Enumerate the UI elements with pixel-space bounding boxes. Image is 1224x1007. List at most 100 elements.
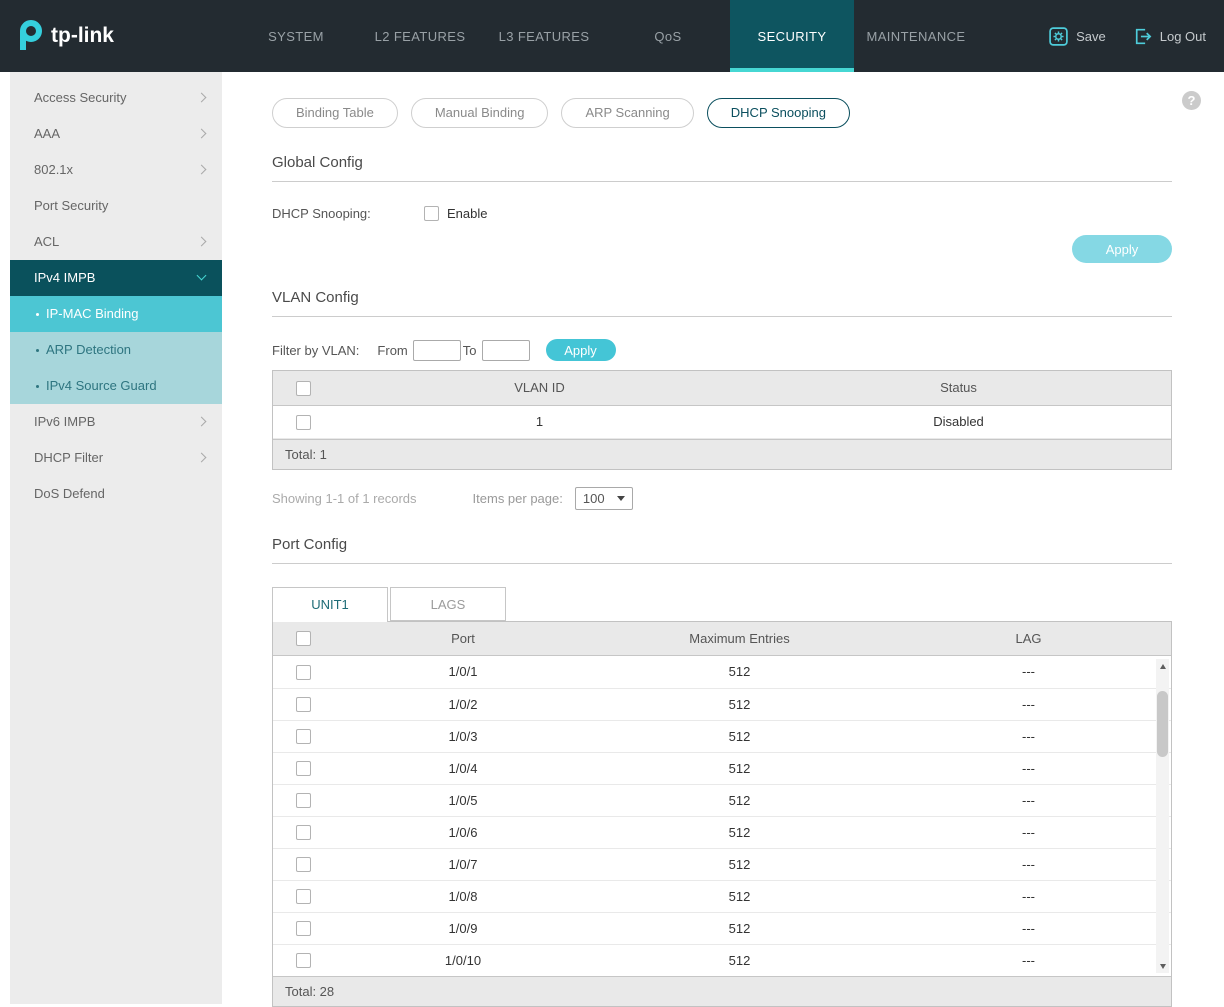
unit-tabs: UNIT1 LAGS <box>272 587 1172 622</box>
port-select-all-checkbox[interactable] <box>296 631 311 646</box>
sidebar-item[interactable]: ACL <box>10 224 222 260</box>
sidebar-item[interactable]: 802.1x <box>10 152 222 188</box>
port-row-checkbox[interactable] <box>296 761 311 776</box>
max-entries-cell: 512 <box>593 880 886 912</box>
port-row-checkbox[interactable] <box>296 953 311 968</box>
vlan-from-input[interactable] <box>413 340 461 361</box>
logout-button[interactable]: Log Out <box>1132 26 1206 47</box>
sidebar-item-label: ARP Detection <box>46 342 131 357</box>
dhcp-snooping-field-row: DHCP Snooping: Enable <box>272 206 1172 221</box>
port-cell: 1/0/4 <box>333 752 593 784</box>
max-entries-cell: 512 <box>593 944 886 976</box>
port-table-row: 1/0/9 512 --- <box>273 912 1171 944</box>
scrollbar-thumb[interactable] <box>1157 691 1168 757</box>
max-entries-cell: 512 <box>593 720 886 752</box>
port-row-checkbox[interactable] <box>296 825 311 840</box>
nav-item[interactable]: MAINTENANCE <box>854 0 978 72</box>
chevron-icon <box>197 417 207 427</box>
max-entries-column-header: Maximum Entries <box>593 622 886 656</box>
enable-label: Enable <box>447 206 487 221</box>
lag-cell: --- <box>886 752 1171 784</box>
port-cell: 1/0/10 <box>333 944 593 976</box>
save-gear-icon <box>1048 26 1069 47</box>
vlan-id-column-header: VLAN ID <box>333 371 746 405</box>
sidebar-item[interactable]: AAA <box>10 116 222 152</box>
nav-item[interactable]: SYSTEM <box>234 0 358 72</box>
sidebar-item[interactable]: DoS Defend <box>10 476 222 512</box>
vlan-filter-apply-button[interactable]: Apply <box>546 339 616 361</box>
sidebar-item[interactable]: DHCP Filter <box>10 440 222 476</box>
help-icon[interactable]: ? <box>1182 91 1201 110</box>
sidebar-item[interactable]: IPv4 Source Guard <box>10 368 222 404</box>
dhcp-snooping-enable-checkbox[interactable] <box>424 206 439 221</box>
max-entries-cell: 512 <box>593 656 886 688</box>
tab[interactable]: DHCP Snooping <box>707 98 850 128</box>
sidebar-item-label: Access Security <box>34 90 126 105</box>
unit-tab[interactable]: UNIT1 <box>272 587 388 622</box>
vlan-select-all-checkbox[interactable] <box>296 381 311 396</box>
vlan-to-input[interactable] <box>482 340 530 361</box>
vlan-row-checkbox[interactable] <box>296 415 311 430</box>
sidebar-item[interactable]: Port Security <box>10 188 222 224</box>
sidebar-item[interactable]: ARP Detection <box>10 332 222 368</box>
port-table-row: 1/0/3 512 --- <box>273 720 1171 752</box>
logout-icon <box>1132 26 1153 47</box>
tab-label: DHCP Snooping <box>731 105 826 120</box>
port-row-checkbox[interactable] <box>296 921 311 936</box>
max-entries-cell: 512 <box>593 816 886 848</box>
global-apply-button[interactable]: Apply <box>1072 235 1172 263</box>
nav-item-label: SYSTEM <box>268 29 324 44</box>
vlan-id-cell: 1 <box>333 405 746 438</box>
records-count-label: Showing 1-1 of 1 records <box>272 491 417 506</box>
port-row-checkbox[interactable] <box>296 665 311 680</box>
items-per-page-select[interactable]: 100 <box>575 487 633 510</box>
port-row-checkbox[interactable] <box>296 857 311 872</box>
tab-label: Binding Table <box>296 105 374 120</box>
save-button[interactable]: Save <box>1048 26 1106 47</box>
port-row-checkbox[interactable] <box>296 697 311 712</box>
port-row-checkbox[interactable] <box>296 793 311 808</box>
tab[interactable]: ARP Scanning <box>561 98 693 128</box>
port-table-scrollbar[interactable] <box>1156 659 1169 973</box>
items-per-page-value: 100 <box>583 491 605 506</box>
scroll-up-arrow[interactable] <box>1156 659 1169 673</box>
sidebar-item[interactable]: IP-MAC Binding <box>10 296 222 332</box>
port-cell: 1/0/3 <box>333 720 593 752</box>
vlan-filter-row: Filter by VLAN: From To Apply <box>272 339 1172 361</box>
sidebar-item-label: IPv6 IMPB <box>34 414 95 429</box>
lag-cell: --- <box>886 784 1171 816</box>
nav-item[interactable]: QoS <box>606 0 730 72</box>
port-cell: 1/0/8 <box>333 880 593 912</box>
tab[interactable]: Manual Binding <box>411 98 549 128</box>
global-apply-row: Apply <box>272 235 1172 263</box>
sidebar-item[interactable]: IPv6 IMPB <box>10 404 222 440</box>
port-row-checkbox[interactable] <box>296 889 311 904</box>
port-row-checkbox[interactable] <box>296 729 311 744</box>
vlan-pagination: Showing 1-1 of 1 records Items per page:… <box>272 487 1172 510</box>
tab[interactable]: Binding Table <box>272 98 398 128</box>
sidebar-item-label: IPv4 IMPB <box>34 270 95 285</box>
nav-item-label: SECURITY <box>758 29 827 44</box>
divider <box>272 181 1172 182</box>
port-cell: 1/0/9 <box>333 912 593 944</box>
unit-tab[interactable]: LAGS <box>390 587 506 621</box>
divider <box>272 563 1172 564</box>
sidebar-item[interactable]: IPv4 IMPB <box>10 260 222 296</box>
vlan-table: VLAN ID Status 1 Disabled <box>272 370 1172 470</box>
port-table-header: Port Maximum Entries LAG <box>273 622 1171 656</box>
sidebar-item[interactable]: Access Security <box>10 80 222 116</box>
scroll-down-arrow[interactable] <box>1156 959 1169 973</box>
nav-item[interactable]: L2 FEATURES <box>358 0 482 72</box>
port-table-row: 1/0/2 512 --- <box>273 688 1171 720</box>
nav-item[interactable]: SECURITY <box>730 0 854 72</box>
nav-item[interactable]: L3 FEATURES <box>482 0 606 72</box>
status-cell: Disabled <box>746 405 1171 438</box>
nav-item-label: QoS <box>654 29 681 44</box>
port-table-row: 1/0/5 512 --- <box>273 784 1171 816</box>
nav-actions: Save Log Out <box>1048 0 1224 72</box>
tab-label: ARP Scanning <box>585 105 669 120</box>
port-cell: 1/0/7 <box>333 848 593 880</box>
tab-label: Manual Binding <box>435 105 525 120</box>
port-table-row: 1/0/7 512 --- <box>273 848 1171 880</box>
unit-tab-label: UNIT1 <box>311 597 349 612</box>
